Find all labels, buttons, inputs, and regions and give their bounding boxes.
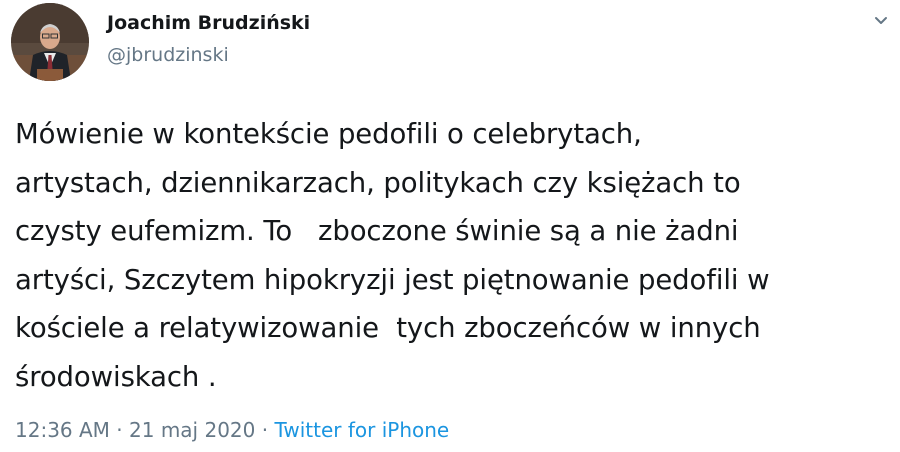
author-handle[interactable]: @jbrudzinski [107,42,310,68]
tweet-text-line: artystach, dziennikarzach, politykach cz… [15,166,741,199]
tweet-date[interactable]: 21 maj 2020 [129,418,255,442]
author-avatar[interactable] [11,3,89,81]
tweet-text-line: kościele a relatywizowanie tych zboczeńc… [15,312,761,344]
tweet-text: Mówienie w kontekście pedofili o celebry… [15,110,895,401]
tweet-text-line: czysty eufemizm. To zboczone świnie są a… [15,215,739,247]
meta-separator: · [255,418,275,442]
tweet-time[interactable]: 12:36 AM [15,418,110,442]
tweet-text-line: środowiskach . [15,360,217,393]
tweet-menu-button[interactable] [872,12,890,30]
meta-separator: · [109,418,130,442]
tweet-source-link[interactable]: Twitter for iPhone [274,418,449,442]
tweet-metadata: 12:36 AM · 21 maj 2020 · Twitter for iPh… [15,416,449,444]
author-block: Joachim Brudziński @jbrudzinski [107,10,310,68]
chevron-down-icon [875,17,887,24]
tweet-text-line: artyści, Szczytem hipokryzji jest piętno… [15,263,770,296]
user-avatar-photo-icon [11,3,89,81]
tweet-card: Joachim Brudziński @jbrudzinski Mówienie… [0,0,900,452]
tweet-text-line: Mówienie w kontekście pedofili o celebry… [15,118,642,150]
author-display-name[interactable]: Joachim Brudziński [107,10,310,36]
